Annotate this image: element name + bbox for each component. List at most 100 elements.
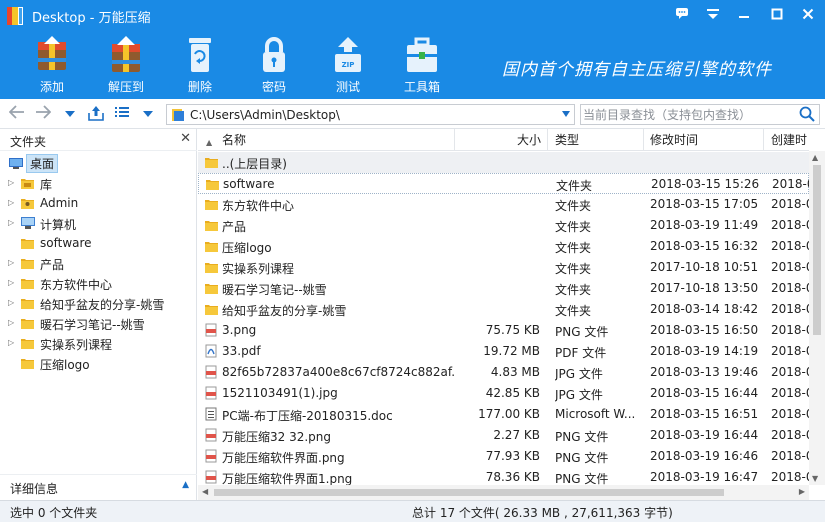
folder-path-icon [171, 108, 185, 122]
file-list-pane: ▲ 名称 大小 类型 修改时间 创建时 ..(上层目录) software 文件夹 2… [198, 129, 825, 500]
scroll-right-icon[interactable]: ▶ [799, 487, 805, 496]
window-title: Desktop - 万能压缩 [32, 11, 151, 26]
details-label: 详细信息 [10, 482, 59, 496]
file-type: PDF 文件 [555, 346, 607, 360]
folder-icon [20, 256, 36, 270]
file-row[interactable]: PC端-布丁压缩-20180315.doc 177.00 KB Microsoft … [198, 404, 811, 425]
expand-arrow-icon[interactable]: ▷ [8, 318, 16, 328]
column-header-modified[interactable]: 修改时间 [644, 129, 764, 151]
column-header-type[interactable]: 类型 [548, 129, 644, 151]
tree-item[interactable]: ▷ 库 [0, 173, 197, 193]
view-list-icon[interactable] [113, 105, 131, 123]
search-icon[interactable] [799, 106, 817, 123]
delete-button[interactable]: 删除 [170, 36, 230, 94]
file-size: 2.27 KB [493, 428, 540, 442]
file-row[interactable]: 3.png 75.75 KB PNG 文件 2018-03-15 16:50 2018-… [198, 320, 811, 341]
column-header-created[interactable]: 创建时 [764, 129, 809, 151]
file-row[interactable]: software 文件夹 2018-03-15 15:26 2018-0 [198, 173, 812, 194]
back-arrow-icon[interactable] [8, 105, 26, 123]
file-type: 文件夹 [555, 199, 592, 213]
delete-icon [180, 36, 220, 74]
tree-item-label: 给知乎盆友的分享-姚雪 [40, 298, 165, 312]
file-row[interactable]: 给知乎盆友的分享-姚雪 文件夹 2018-03-14 18:42 2018-0 [198, 299, 811, 320]
folder-icon [20, 316, 36, 330]
file-row[interactable]: 压缩logo 文件夹 2018-03-15 16:32 2018-0 [198, 236, 811, 257]
history-dropdown-icon[interactable] [61, 105, 79, 123]
scroll-up-icon[interactable]: ▲ [812, 153, 818, 162]
slogan-text: 国内首个拥有自主压缩引擎的软件 [502, 60, 772, 80]
file-row[interactable]: 82f65b72837a400e8c67cf8724c882af.j... 4.8… [198, 362, 811, 383]
file-row[interactable]: 33.pdf 19.72 MB PDF 文件 2018-03-19 14:19 2018… [198, 341, 811, 362]
toolbox-button[interactable]: 工具箱 [392, 36, 452, 94]
maximize-icon[interactable] [764, 4, 790, 28]
forward-arrow-icon[interactable] [34, 105, 52, 123]
column-header-size[interactable]: 大小 [455, 129, 548, 151]
file-modified: 2017-10-18 10:51 [650, 260, 759, 274]
file-row[interactable]: 实操系列课程 文件夹 2017-10-18 10:51 2018-0 [198, 257, 811, 278]
tree-item[interactable]: ▷ 暖石学习笔记--姚雪 [0, 313, 197, 333]
scroll-down-icon[interactable]: ▼ [812, 474, 818, 483]
expand-arrow-icon[interactable]: ▷ [8, 178, 16, 188]
horizontal-scrollbar[interactable]: ◀ ▶ [198, 485, 809, 500]
password-button[interactable]: 密码 [244, 36, 304, 94]
close-pane-icon[interactable]: ✕ [180, 131, 191, 146]
file-name: 暖石学习笔记--姚雪 [222, 283, 327, 297]
test-button[interactable]: ZIP 测试 [318, 36, 378, 94]
file-row[interactable]: 东方软件中心 文件夹 2018-03-15 17:05 2018-0 [198, 194, 811, 215]
horizontal-scroll-thumb[interactable] [214, 489, 724, 496]
tree-item[interactable]: 桌面 [0, 153, 197, 173]
details-panel-toggle[interactable]: 详细信息 ▲ [0, 474, 197, 500]
file-row[interactable]: 万能压缩32 32.png 2.27 KB PNG 文件 2018-03-19 16:… [198, 425, 811, 446]
view-dropdown-icon[interactable] [139, 105, 157, 123]
vertical-scroll-thumb[interactable] [813, 165, 821, 335]
tree-item[interactable]: ▷ 产品 [0, 253, 197, 273]
file-created: 2018-0 [772, 177, 812, 191]
file-name: ..(上层目录) [222, 157, 287, 171]
expand-arrow-icon[interactable]: ▷ [8, 278, 16, 288]
path-dropdown-icon[interactable] [561, 110, 571, 121]
expand-arrow-icon[interactable]: ▷ [8, 338, 16, 348]
vertical-scrollbar[interactable]: ▲ ▼ [809, 151, 825, 485]
sort-ascending-icon: ▲ [206, 138, 213, 147]
expand-arrow-icon[interactable]: ▷ [8, 198, 16, 208]
pdf-file-icon [204, 344, 219, 358]
tree-item[interactable]: ▷ 实操系列课程 [0, 333, 197, 353]
expand-arrow-icon[interactable]: ▷ [8, 218, 16, 228]
file-row[interactable]: 万能压缩软件界面.png 77.93 KB PNG 文件 2018-03-19 16:… [198, 446, 811, 467]
tree-item[interactable]: software [0, 233, 197, 253]
search-box [580, 104, 820, 125]
folder-icon [204, 239, 219, 253]
search-input[interactable] [583, 106, 793, 123]
tree-item[interactable]: 压缩logo [0, 353, 197, 373]
image-file-icon [204, 365, 219, 379]
add-button[interactable]: 添加 [22, 36, 82, 94]
file-modified: 2018-03-19 16:47 [650, 470, 759, 484]
file-modified: 2018-03-15 17:05 [650, 197, 759, 211]
tree-item[interactable]: ▷ 给知乎盆友的分享-姚雪 [0, 293, 197, 313]
tree-item-label: 库 [40, 178, 53, 192]
tree-item-label: 暖石学习笔记--姚雪 [40, 318, 145, 332]
tree-item[interactable]: ▷ 计算机 [0, 213, 197, 233]
file-row[interactable]: 产品 文件夹 2018-03-19 11:49 2018-0 [198, 215, 811, 236]
file-row[interactable]: 暖石学习笔记--姚雪 文件夹 2017-10-18 13:50 2018-0 [198, 278, 811, 299]
minimize-icon[interactable] [731, 4, 757, 28]
column-header-name[interactable]: ▲ 名称 [198, 129, 455, 151]
path-text: C:\Users\Admin\Desktop\ [190, 108, 340, 122]
up-level-icon[interactable] [87, 105, 105, 123]
image-file-icon [204, 449, 219, 463]
menu-icon[interactable] [700, 4, 726, 28]
parent-directory-row[interactable]: ..(上层目录) [198, 152, 809, 173]
tree-item[interactable]: ▷ 东方软件中心 [0, 273, 197, 293]
tree-item[interactable]: ▷ Admin [0, 193, 197, 213]
close-icon[interactable] [795, 4, 821, 28]
expand-arrow-icon[interactable]: ▷ [8, 258, 16, 268]
file-modified: 2018-03-19 14:19 [650, 344, 759, 358]
feedback-icon[interactable] [669, 4, 695, 28]
file-row[interactable]: 1521103491(1).jpg 42.85 KB JPG 文件 2018-03-1… [198, 383, 811, 404]
extract-to-button[interactable]: 解压到 [96, 36, 156, 94]
desktop-icon [8, 156, 24, 170]
scroll-left-icon[interactable]: ◀ [202, 487, 208, 496]
path-combobox[interactable]: C:\Users\Admin\Desktop\ [166, 104, 575, 125]
expand-arrow-icon[interactable]: ▷ [8, 298, 16, 308]
